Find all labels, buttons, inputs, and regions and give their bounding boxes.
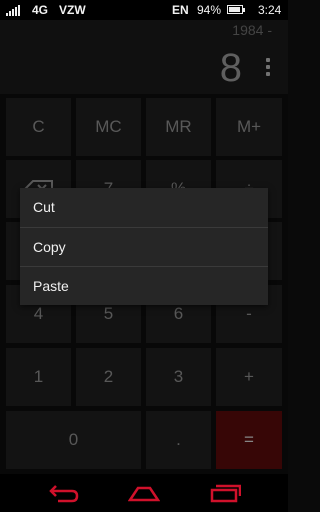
network-type: 4G: [32, 3, 49, 17]
menu-item-paste[interactable]: Paste: [20, 266, 268, 305]
clock: 3:24: [258, 3, 282, 17]
context-menu: Cut Copy Paste: [20, 188, 268, 305]
home-button[interactable]: [127, 482, 161, 504]
battery-icon: [227, 5, 245, 14]
menu-item-copy[interactable]: Copy: [20, 227, 268, 266]
battery-percent: 94%: [197, 3, 222, 17]
carrier-name: VZW: [59, 3, 86, 17]
home-icon: [127, 486, 161, 502]
status-bar: 4G VZW EN 94% 3:24: [0, 0, 288, 20]
back-button[interactable]: [48, 482, 80, 504]
back-icon: [49, 485, 79, 503]
menu-item-cut[interactable]: Cut: [20, 188, 268, 227]
navigation-bar: [0, 474, 288, 512]
signal-strength-icon: [6, 4, 22, 16]
recent-apps-button[interactable]: [209, 482, 242, 504]
recent-apps-icon: [210, 484, 242, 503]
language-indicator: EN: [172, 3, 189, 17]
